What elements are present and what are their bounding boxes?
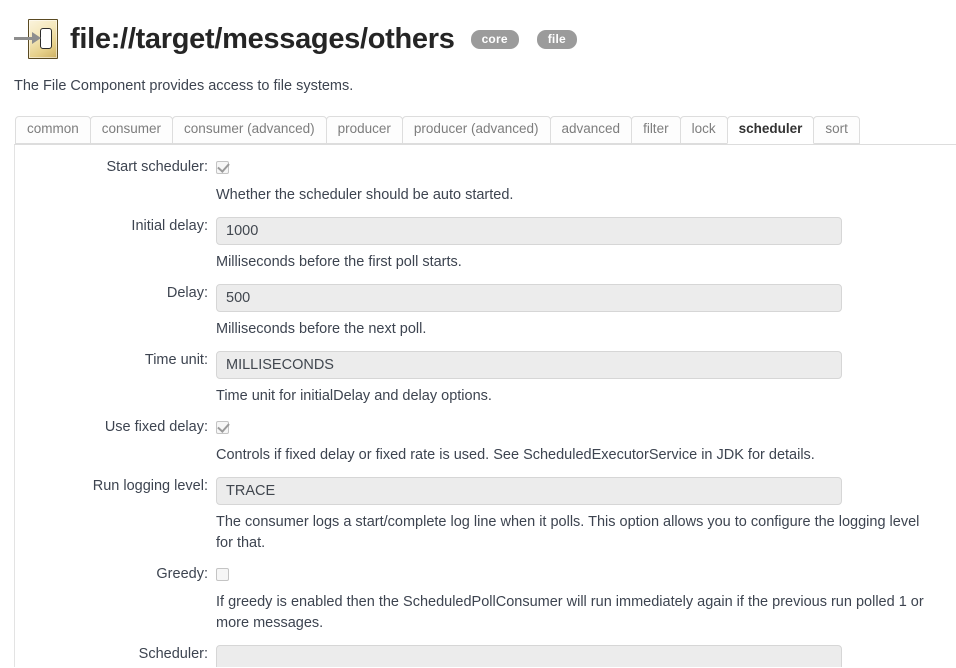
input-delay[interactable] bbox=[216, 284, 842, 313]
desc-row-start-scheduler: Whether the scheduler should be auto sta… bbox=[15, 178, 956, 214]
tab-bar: common consumer consumer (advanced) prod… bbox=[14, 116, 956, 146]
control-initial-delay bbox=[216, 217, 956, 246]
input-run-logging-level[interactable] bbox=[216, 477, 842, 506]
status-badge-core: core bbox=[470, 29, 519, 49]
desc-row-initial-delay: Milliseconds before the first poll start… bbox=[15, 245, 956, 281]
checkbox-use-fixed-delay[interactable] bbox=[216, 421, 229, 435]
tab-scheduler[interactable]: scheduler bbox=[726, 116, 815, 145]
field-row-time-unit: Time unit: bbox=[15, 351, 956, 380]
description-start-scheduler: Whether the scheduler should be auto sta… bbox=[216, 187, 514, 204]
desc-spacer bbox=[15, 312, 216, 348]
tab-producer-advanced[interactable]: producer (advanced) bbox=[401, 116, 551, 145]
control-run-logging-level bbox=[216, 477, 956, 506]
field-row-scheduler: Scheduler: bbox=[15, 645, 956, 668]
description-run-logging-level: The consumer logs a start/complete log l… bbox=[216, 514, 920, 552]
desc-spacer bbox=[15, 585, 216, 642]
desc-spacer bbox=[15, 379, 216, 415]
desc-spacer bbox=[15, 245, 216, 281]
description-greedy: If greedy is enabled then the ScheduledP… bbox=[216, 594, 924, 632]
field-row-initial-delay: Initial delay: bbox=[15, 217, 956, 246]
description-delay: Milliseconds before the next poll. bbox=[216, 321, 427, 338]
tab-lock[interactable]: lock bbox=[679, 116, 728, 145]
input-initial-delay[interactable] bbox=[216, 217, 842, 246]
control-scheduler bbox=[216, 645, 956, 668]
desc-row-greedy: If greedy is enabled then the ScheduledP… bbox=[15, 585, 956, 642]
status-badge-file: file bbox=[536, 29, 577, 49]
desc-spacer bbox=[15, 505, 216, 562]
badge-group: core file bbox=[470, 29, 577, 49]
label-initial-delay: Initial delay: bbox=[131, 218, 208, 235]
tab-filter[interactable]: filter bbox=[631, 116, 681, 145]
tab-panel-scheduler: Start scheduler: Whether the scheduler s… bbox=[14, 145, 956, 668]
tab-sort[interactable]: sort bbox=[813, 116, 860, 145]
file-component-icon bbox=[14, 17, 58, 61]
tab-producer[interactable]: producer bbox=[325, 116, 403, 145]
field-row-start-scheduler: Start scheduler: bbox=[15, 158, 956, 178]
desc-spacer bbox=[15, 438, 216, 474]
control-use-fixed-delay bbox=[216, 418, 956, 438]
tab-consumer[interactable]: consumer bbox=[89, 116, 174, 145]
desc-row-delay: Milliseconds before the next poll. bbox=[15, 312, 956, 348]
field-row-greedy: Greedy: bbox=[15, 565, 956, 585]
tab-common[interactable]: common bbox=[15, 116, 91, 145]
page-title: file://target/messages/others bbox=[70, 22, 455, 55]
control-delay bbox=[216, 284, 956, 313]
label-greedy: Greedy: bbox=[156, 566, 208, 583]
label-run-logging-level: Run logging level: bbox=[92, 478, 208, 495]
label-time-unit: Time unit: bbox=[144, 352, 208, 369]
desc-row-use-fixed-delay: Controls if fixed delay or fixed rate is… bbox=[15, 438, 956, 474]
description-use-fixed-delay: Controls if fixed delay or fixed rate is… bbox=[216, 447, 815, 464]
input-time-unit[interactable] bbox=[216, 351, 842, 380]
control-start-scheduler bbox=[216, 158, 956, 178]
control-time-unit bbox=[216, 351, 956, 380]
control-greedy bbox=[216, 565, 956, 585]
checkbox-start-scheduler[interactable] bbox=[216, 161, 229, 175]
label-scheduler: Scheduler: bbox=[138, 646, 208, 663]
component-doc-page: file://target/messages/others core file … bbox=[0, 0, 956, 668]
label-delay: Delay: bbox=[166, 285, 208, 302]
tab-consumer-advanced[interactable]: consumer (advanced) bbox=[172, 116, 327, 145]
tab-advanced[interactable]: advanced bbox=[549, 116, 633, 145]
arrow-right-icon-head bbox=[32, 32, 41, 44]
input-scheduler[interactable] bbox=[216, 645, 842, 668]
label-use-fixed-delay: Use fixed delay: bbox=[104, 419, 208, 436]
field-row-delay: Delay: bbox=[15, 284, 956, 313]
component-description: The File Component provides access to fi… bbox=[14, 78, 354, 94]
label-start-scheduler: Start scheduler: bbox=[106, 159, 208, 176]
checkbox-greedy[interactable] bbox=[216, 568, 229, 582]
desc-spacer bbox=[15, 178, 216, 214]
description-initial-delay: Milliseconds before the first poll start… bbox=[216, 254, 462, 271]
scheduler-options-form: Start scheduler: Whether the scheduler s… bbox=[15, 158, 956, 668]
description-time-unit: Time unit for initialDelay and delay opt… bbox=[216, 388, 492, 405]
arrow-right-icon-shaft bbox=[14, 37, 34, 40]
field-row-run-logging-level: Run logging level: bbox=[15, 477, 956, 506]
file-icon-document bbox=[40, 28, 52, 49]
field-row-use-fixed-delay: Use fixed delay: bbox=[15, 418, 956, 438]
desc-row-time-unit: Time unit for initialDelay and delay opt… bbox=[15, 379, 956, 415]
desc-row-run-logging-level: The consumer logs a start/complete log l… bbox=[15, 505, 956, 562]
page-header: file://target/messages/others core file bbox=[0, 0, 956, 60]
